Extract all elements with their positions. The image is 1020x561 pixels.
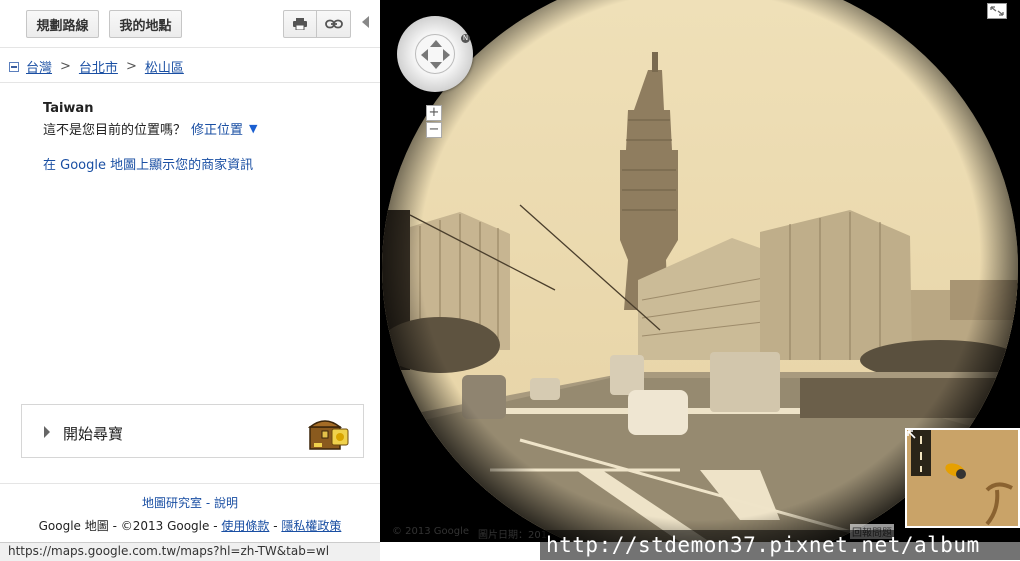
- privacy-link[interactable]: 隱私權政策: [281, 519, 341, 533]
- maps-labs-link[interactable]: 地圖研究室: [142, 496, 202, 510]
- terms-link[interactable]: 使用條款: [221, 519, 269, 533]
- route-button[interactable]: 規劃路線: [26, 10, 99, 38]
- collapse-box-icon[interactable]: [9, 61, 19, 72]
- treasure-hunt-panel[interactable]: 開始尋寶: [21, 404, 364, 458]
- compass-north-icon[interactable]: N: [461, 34, 470, 43]
- pan-left-icon[interactable]: [421, 49, 428, 61]
- pan-down-icon[interactable]: [430, 62, 442, 69]
- expand-icon: [990, 6, 1004, 16]
- image-date: 圖片日期：201: [478, 530, 548, 541]
- footer-dash: -: [202, 496, 214, 510]
- left-panel: 規劃路線 我的地點 台灣 > 台北市 > 松山區 Taiwan 這不是您目前的位…: [0, 0, 381, 533]
- pan-control-center: [415, 34, 455, 74]
- pan-right-icon[interactable]: [443, 49, 450, 61]
- breadcrumb: 台灣 > 台北市 > 松山區: [9, 57, 184, 76]
- pan-up-icon[interactable]: [430, 40, 442, 47]
- treasure-chest-icon: [308, 420, 349, 450]
- my-places-button[interactable]: 我的地點: [109, 10, 182, 38]
- breadcrumb-item-country[interactable]: 台灣: [26, 57, 52, 76]
- divider: [0, 47, 380, 48]
- collapse-panel-icon[interactable]: [362, 16, 369, 28]
- treasure-hunt-label: 開始尋寶: [63, 425, 124, 443]
- inset-map[interactable]: [905, 428, 1020, 528]
- status-url: https://maps.google.com.tw/maps?hl=zh-TW…: [8, 544, 330, 558]
- inset-expand-icon[interactable]: [907, 430, 919, 442]
- footer-legal: Google 地圖 - ©2013 Google - 使用條款 - 隱私權政策: [0, 517, 380, 534]
- street-view-copyright: © 2013 Google: [392, 526, 470, 537]
- breadcrumb-item-city[interactable]: 台北市: [79, 57, 118, 76]
- watermark-text: http://stdemon37.pixnet.net/album: [540, 530, 1020, 560]
- fix-location-link[interactable]: 修正位置: [191, 119, 243, 138]
- print-button[interactable]: [283, 10, 317, 38]
- inset-map-image: [907, 430, 1018, 526]
- copyright-text: Google 地圖 - ©2013 Google -: [38, 519, 222, 533]
- printer-icon: [293, 18, 307, 30]
- business-listing-link[interactable]: 在 Google 地圖上顯示您的商家資訊: [43, 154, 253, 173]
- link-button[interactable]: [316, 10, 351, 38]
- breadcrumb-item-district[interactable]: 松山區: [145, 57, 184, 76]
- place-title: Taiwan: [43, 101, 94, 116]
- breadcrumb-separator: >: [125, 59, 137, 74]
- zoom-out-button[interactable]: −: [426, 122, 442, 138]
- footer-links: 地圖研究室 - 說明: [0, 494, 380, 511]
- dropdown-triangle-icon[interactable]: ▼: [249, 122, 257, 135]
- status-bar: https://maps.google.com.tw/maps?hl=zh-TW…: [0, 542, 380, 561]
- divider: [0, 82, 380, 83]
- divider: [0, 483, 380, 484]
- pan-control[interactable]: N: [397, 16, 473, 92]
- not-here-text: 這不是您目前的位置嗎？: [43, 123, 187, 138]
- breadcrumb-separator: >: [60, 59, 71, 74]
- link-icon: [324, 19, 343, 29]
- zoom-in-button[interactable]: +: [426, 105, 442, 121]
- expand-triangle-icon: [44, 426, 50, 438]
- fullscreen-button[interactable]: [987, 3, 1007, 19]
- location-question: 這不是您目前的位置嗎？ 修正位置 ▼: [43, 119, 258, 138]
- footer-dash: -: [269, 519, 282, 533]
- help-link[interactable]: 說明: [214, 496, 238, 510]
